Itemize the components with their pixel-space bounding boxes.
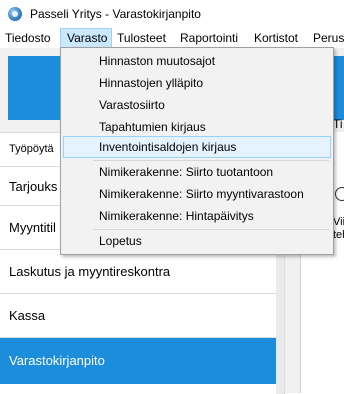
menu-item-lopetus[interactable]: Lopetus <box>63 230 331 252</box>
menu-item-hinnaston-muutosajot[interactable]: Hinnaston muutosajot <box>63 50 331 72</box>
nav-item-label: Työpöytä <box>9 143 54 155</box>
title-bar: Passeli Yritys - Varastokirjanpito <box>0 0 344 28</box>
nav-item-label: Laskutus ja myyntireskontra <box>9 264 171 279</box>
menu-kortistot[interactable]: Kortistot <box>254 28 298 48</box>
nav-item-varastokirjanpito[interactable]: Varastokirjanpito <box>0 338 276 384</box>
right-panel-text: Vii teh <box>333 216 344 241</box>
nav-item-label: Myyntitil <box>9 220 56 235</box>
menu-item-tapahtumien-kirjaus[interactable]: Tapahtumien kirjaus <box>63 116 331 138</box>
nav-item-label: Varastokirjanpito <box>9 353 105 368</box>
menu-item-inventointisaldojen-kirjaus[interactable]: Inventointisaldojen kirjaus <box>63 136 331 158</box>
menu-item-siirto-tuotantoon[interactable]: Nimikerakenne: Siirto tuotantoon <box>63 161 331 183</box>
menu-tiedosto[interactable]: Tiedosto <box>5 28 51 48</box>
menu-bar: Tiedosto Varasto Tulosteet Raportointi K… <box>0 28 344 49</box>
nav-item-kassa[interactable]: Kassa <box>0 294 276 338</box>
menu-tulosteet[interactable]: Tulosteet <box>117 28 166 48</box>
varasto-dropdown-menu: Hinnaston muutosajot Hinnastojen ylläpit… <box>60 47 334 255</box>
window-title: Passeli Yritys - Varastokirjanpito <box>30 7 201 21</box>
app-logo-icon <box>8 7 22 21</box>
menu-perustiedot[interactable]: Perust <box>313 28 344 48</box>
menu-item-hinnastojen-yllapito[interactable]: Hinnastojen ylläpito <box>63 72 331 94</box>
menu-raportointi[interactable]: Raportointi <box>180 28 238 48</box>
nav-item-laskutus[interactable]: Laskutus ja myyntireskontra <box>0 250 276 294</box>
nav-item-label: Kassa <box>9 308 46 323</box>
right-column-label: Ti <box>333 117 343 131</box>
menu-item-hintapaivitys[interactable]: Nimikerakenne: Hintapäivitys <box>63 205 331 227</box>
nav-item-label: Tarjouks <box>9 179 58 194</box>
menu-varasto[interactable]: Varasto <box>60 28 112 48</box>
menu-item-siirto-myyntivarastoon[interactable]: Nimikerakenne: Siirto myyntivarastoon <box>63 183 331 205</box>
menu-item-varastosiirto[interactable]: Varastosiirto <box>63 94 331 116</box>
radio-button[interactable] <box>335 187 344 201</box>
